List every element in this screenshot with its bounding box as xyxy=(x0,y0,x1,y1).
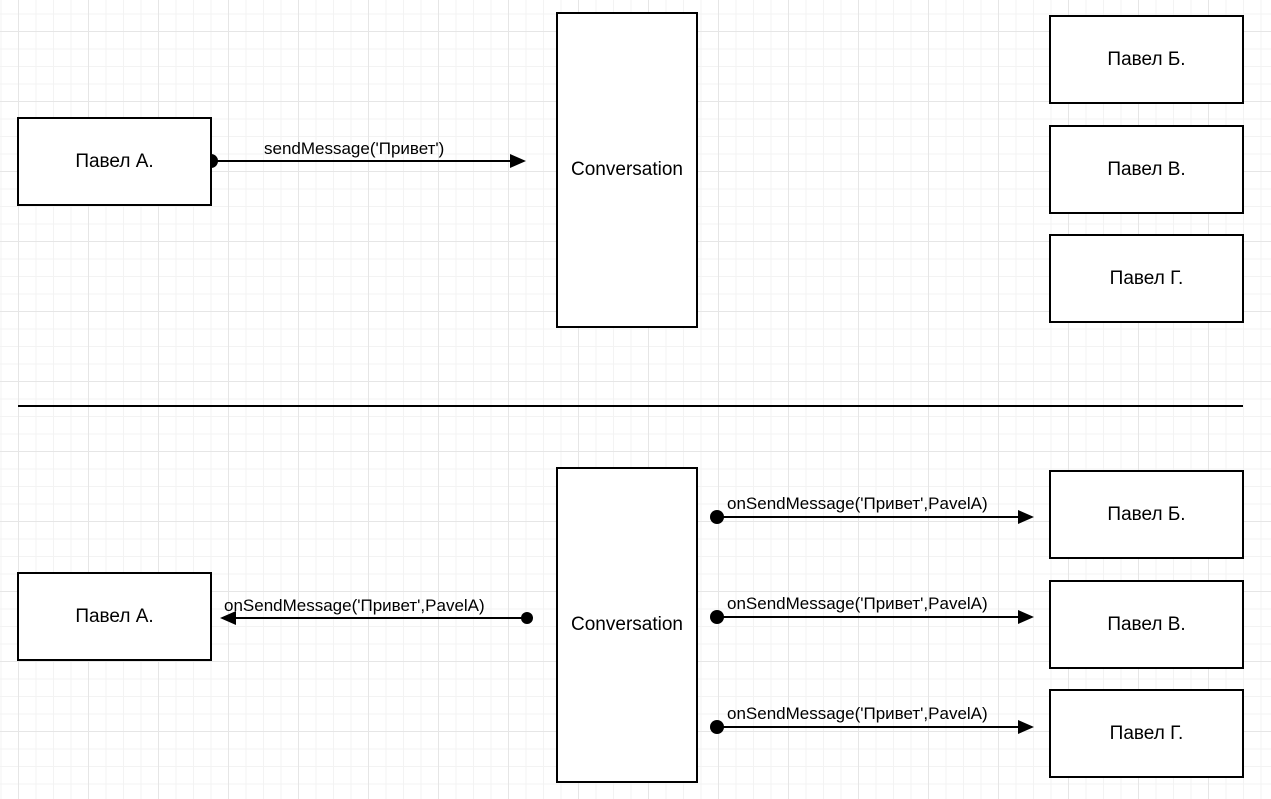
bottom-receiver-label-g: Павел Г. xyxy=(1109,722,1184,744)
top-receiver-label-g: Павел Г. xyxy=(1109,267,1184,289)
bottom-receiver-label-b: Павел Б. xyxy=(1107,503,1186,525)
bottom-sender-box[interactable]: Павел А. xyxy=(17,572,212,661)
top-receiver-label-b: Павел Б. xyxy=(1107,48,1186,70)
bottom-receiver-box-b[interactable]: Павел Б. xyxy=(1049,470,1244,559)
bottom-sender-callback-label: onSendMessage('Привет',PavelA) xyxy=(224,596,485,615)
bottom-receiver-label-v: Павел В. xyxy=(1107,613,1186,635)
top-send-message-label: sendMessage('Привет') xyxy=(264,139,445,158)
top-receiver-label-v: Павел В. xyxy=(1107,158,1186,180)
top-receiver-box-b[interactable]: Павел Б. xyxy=(1049,15,1244,104)
bottom-receiver-callback-label-b: onSendMessage('Привет',PavelA) xyxy=(727,494,988,513)
top-sender-box[interactable]: Павел А. xyxy=(17,117,212,206)
top-receiver-box-g[interactable]: Павел Г. xyxy=(1049,234,1244,323)
bottom-receiver-callback-label-v: onSendMessage('Привет',PavelA) xyxy=(727,594,988,613)
top-sender-label: Павел А. xyxy=(75,150,154,172)
top-conversation-label: Conversation xyxy=(571,159,683,180)
top-conversation-box[interactable]: Conversation xyxy=(556,12,698,328)
bottom-conversation-label: Conversation xyxy=(571,614,683,635)
bottom-sender-label: Павел А. xyxy=(75,605,154,627)
bottom-receiver-callback-label-g: onSendMessage('Привет',PavelA) xyxy=(727,704,988,723)
bottom-receiver-box-v[interactable]: Павел В. xyxy=(1049,580,1244,669)
bottom-receiver-box-g[interactable]: Павел Г. xyxy=(1049,689,1244,778)
bottom-conversation-box[interactable]: Conversation xyxy=(556,467,698,783)
top-receiver-box-v[interactable]: Павел В. xyxy=(1049,125,1244,214)
